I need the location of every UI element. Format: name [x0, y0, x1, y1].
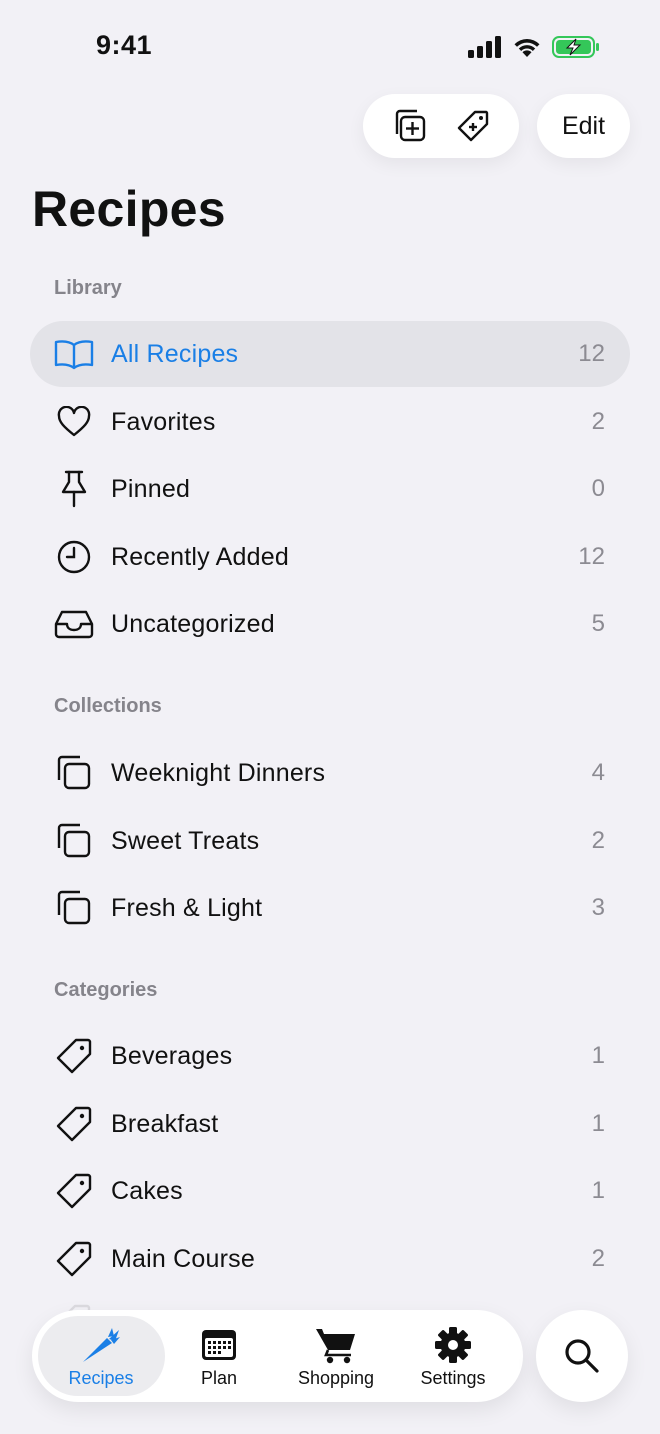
row-count: 12 [578, 543, 605, 570]
row-count: 1 [591, 1042, 605, 1069]
category-item-main-course[interactable]: Main Course 2 [30, 1226, 630, 1292]
collection-icon [54, 755, 94, 791]
collection-icon [54, 890, 94, 926]
add-tag-icon [457, 110, 489, 142]
row-count: 1 [591, 1110, 605, 1137]
book-icon [54, 336, 94, 372]
row-label: Breakfast [111, 1109, 219, 1138]
edit-button[interactable]: Edit [537, 94, 630, 158]
status-bar: 9:41 [0, 0, 660, 96]
library-item-all-recipes[interactable]: All Recipes 12 [30, 321, 630, 387]
row-label: Main Course [111, 1244, 255, 1273]
tag-icon [54, 1106, 94, 1142]
row-count: 3 [591, 894, 605, 921]
categories-section-header: Categories [54, 979, 158, 1001]
status-icons [468, 36, 600, 58]
tab-settings[interactable]: Settings [398, 1310, 508, 1402]
row-label: Pinned [111, 474, 191, 503]
tab-label: Shopping [297, 1368, 375, 1388]
row-count: 0 [591, 475, 605, 502]
row-label: Uncategorized [111, 609, 275, 638]
row-count: 2 [591, 1245, 605, 1272]
row-label: Beverages [111, 1041, 233, 1070]
cellular-signal-icon [468, 36, 501, 58]
search-button[interactable] [536, 1310, 628, 1402]
tab-plan[interactable]: Plan [164, 1310, 274, 1402]
battery-charging-icon [552, 36, 599, 58]
pin-icon [54, 470, 94, 508]
row-count: 2 [591, 408, 605, 435]
category-item-cakes[interactable]: Cakes 1 [30, 1158, 630, 1224]
tab-label: Settings [420, 1368, 486, 1388]
row-label: Weeknight Dinners [111, 758, 326, 787]
calendar-icon [200, 1326, 238, 1364]
category-item-breakfast[interactable]: Breakfast 1 [30, 1091, 630, 1157]
row-count: 5 [591, 610, 605, 637]
tab-shopping[interactable]: Shopping [281, 1310, 391, 1402]
collections-section-header: Collections [54, 695, 162, 717]
library-item-favorites[interactable]: Favorites 2 [30, 389, 630, 455]
page-title: Recipes [32, 181, 226, 237]
add-collection-icon [395, 109, 426, 142]
row-label: All Recipes [111, 339, 239, 368]
library-section-header: Library [54, 277, 122, 299]
collection-item-sweet-treats[interactable]: Sweet Treats 2 [30, 808, 630, 874]
row-label: Recently Added [111, 542, 289, 571]
library-item-recently-added[interactable]: Recently Added 12 [30, 524, 630, 590]
tab-bar: Recipes Plan Shopping Settings [32, 1310, 523, 1402]
tag-icon [54, 1038, 94, 1074]
tab-recipes[interactable]: Recipes [46, 1310, 156, 1402]
collection-item-weeknight-dinners[interactable]: Weeknight Dinners 4 [30, 740, 630, 806]
inbox-icon [54, 606, 94, 642]
row-count: 1 [591, 1177, 605, 1204]
search-icon [565, 1339, 599, 1373]
cart-icon [315, 1326, 357, 1364]
tab-label: Plan [200, 1368, 238, 1388]
row-count: 4 [591, 759, 605, 786]
row-count: 2 [591, 827, 605, 854]
row-label: Sweet Treats [111, 826, 260, 855]
toolbar-actions [363, 94, 519, 158]
carrot-icon [79, 1326, 123, 1364]
clock-icon [54, 539, 94, 575]
wifi-icon [514, 38, 540, 57]
row-count: 12 [578, 340, 605, 367]
row-label: Favorites [111, 407, 216, 436]
library-item-uncategorized[interactable]: Uncategorized 5 [30, 591, 630, 657]
new-category-button[interactable] [449, 102, 497, 150]
new-collection-button[interactable] [385, 102, 433, 150]
library-item-pinned[interactable]: Pinned 0 [30, 456, 630, 522]
row-label: Fresh & Light [111, 893, 263, 922]
category-item-beverages[interactable]: Beverages 1 [30, 1023, 630, 1089]
tag-icon [54, 1173, 94, 1209]
collection-icon [54, 823, 94, 859]
heart-icon [54, 404, 94, 440]
tab-label: Recipes [68, 1368, 134, 1388]
status-time: 9:41 [96, 30, 153, 60]
collection-item-fresh-light[interactable]: Fresh & Light 3 [30, 875, 630, 941]
gear-icon [434, 1326, 472, 1364]
row-label: Cakes [111, 1176, 183, 1205]
tag-icon [54, 1241, 94, 1277]
